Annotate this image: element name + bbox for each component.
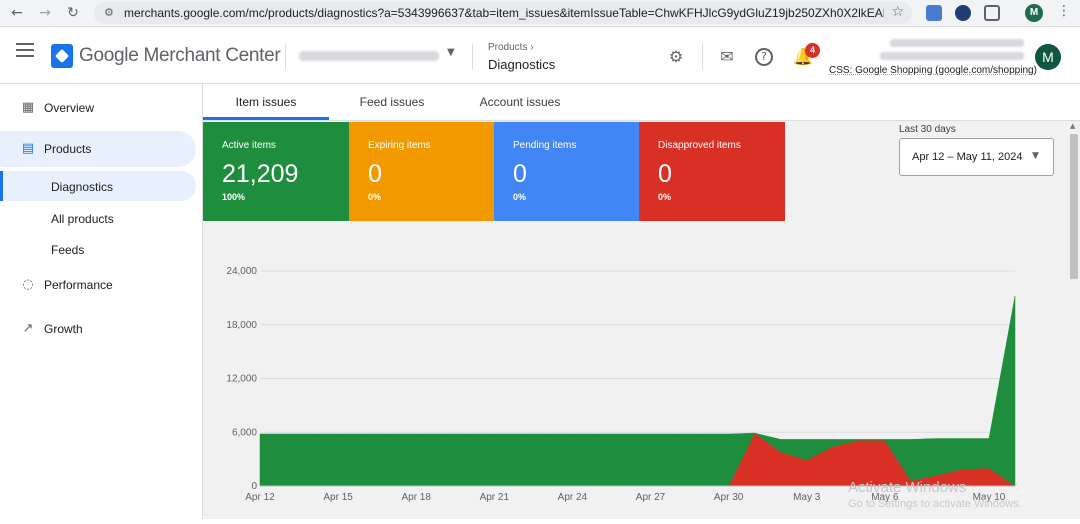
help-icon[interactable]: ?	[755, 48, 773, 66]
card-active-items[interactable]: Active items 21,209 100%	[203, 122, 349, 221]
account-id	[890, 39, 1024, 47]
sidebar: ▦ Overview ▤ Products Diagnostics All pr…	[0, 84, 203, 519]
card-disapproved-items[interactable]: Disapproved items 0 0%	[639, 122, 785, 221]
url-text[interactable]: merchants.google.com/mc/products/diagnos…	[124, 6, 884, 20]
tab-account-issues[interactable]: Account issues	[455, 84, 585, 120]
tab-feed-issues[interactable]: Feed issues	[329, 84, 455, 120]
x-tick-label: Apr 21	[480, 492, 510, 503]
sidebar-item-feeds[interactable]: Feeds	[0, 234, 196, 264]
account-email	[880, 52, 1024, 60]
x-tick-label: Apr 15	[323, 492, 353, 503]
site-info-icon[interactable]: ⚙	[104, 6, 114, 19]
sidebar-item-overview[interactable]: ▦ Overview	[0, 90, 196, 126]
address-bar[interactable]: ⚙ merchants.google.com/mc/products/diagn…	[94, 2, 912, 24]
sidebar-item-growth[interactable]: ↗ Growth	[0, 311, 196, 347]
y-tick-label: 6,000	[232, 427, 257, 438]
sidebar-item-products[interactable]: ▤ Products	[0, 131, 196, 167]
date-range-dropdown[interactable]: Apr 12 – May 11, 2024 ▼	[899, 138, 1054, 176]
y-tick-label: 24,000	[226, 266, 257, 277]
notification-badge: 4	[805, 43, 820, 58]
list-icon: ▤	[21, 141, 35, 156]
x-tick-label: Apr 30	[714, 492, 744, 503]
x-tick-label: May 3	[793, 492, 821, 503]
reload-icon[interactable]: ↻	[64, 4, 82, 22]
translate-extension-icon[interactable]	[926, 5, 942, 21]
divider	[285, 44, 286, 70]
dashboard-icon: ▦	[21, 100, 35, 115]
divider	[702, 44, 703, 70]
scrollbar[interactable]: ▲	[1069, 122, 1080, 519]
tab-bar: Item issues Feed issues Account issues	[203, 84, 1080, 121]
mail-icon[interactable]: ✉	[717, 47, 737, 67]
sidebar-item-all-products[interactable]: All products	[0, 203, 196, 233]
menu-icon[interactable]	[16, 43, 34, 57]
breadcrumb-parent[interactable]: Products ›	[488, 42, 534, 53]
card-pending-items[interactable]: Pending items 0 0%	[494, 122, 639, 221]
sidebar-item-performance[interactable]: ◌ Performance	[0, 267, 196, 303]
browser-profile-avatar[interactable]: M	[1025, 4, 1043, 22]
windows-watermark-title: Activate Windows	[848, 479, 967, 496]
extensions-puzzle-icon[interactable]	[984, 5, 1000, 21]
y-tick-label: 12,000	[226, 374, 257, 385]
browser-toolbar: ← → ↻ ⚙ merchants.google.com/mc/products…	[0, 0, 1080, 27]
card-value: 0	[658, 160, 672, 188]
tab-item-issues[interactable]: Item issues	[203, 84, 329, 120]
trending-icon: ↗	[22, 321, 34, 336]
x-tick-label: Apr 27	[636, 492, 666, 503]
active-tab-indicator	[203, 117, 329, 120]
forward-icon[interactable]: →	[36, 4, 54, 22]
browser-menu-icon[interactable]: ⋮	[1057, 3, 1071, 19]
x-tick-label: Apr 18	[401, 492, 431, 503]
extension-icon[interactable]	[955, 5, 971, 21]
app-header: Google Merchant Center ▼ Products › Diag…	[0, 27, 1080, 84]
page-title: Diagnostics	[488, 57, 556, 72]
items-chart: 0 6,000 12,000 18,000 24,000 Apr 12 Apr 15 Apr …	[203, 221, 1069, 519]
card-value: 21,209	[222, 160, 299, 188]
app-title: Google Merchant Center	[79, 45, 281, 66]
x-tick-label: Apr 24	[558, 492, 588, 503]
date-range-label: Last 30 days	[899, 124, 956, 135]
y-tick-label: 0	[251, 481, 257, 492]
card-value: 0	[513, 160, 527, 188]
settings-gear-icon[interactable]: ⚙	[666, 47, 686, 67]
donut-icon: ◌	[22, 277, 34, 292]
css-link[interactable]: CSS: Google Shopping (google.com/shoppin…	[829, 65, 1037, 76]
dropdown-arrow-icon: ▼	[1032, 151, 1039, 161]
main-content: Item issues Feed issues Account issues A…	[203, 84, 1080, 519]
account-switcher[interactable]	[299, 51, 439, 61]
scroll-thumb[interactable]	[1070, 134, 1078, 279]
card-expiring-items[interactable]: Expiring items 0 0%	[349, 122, 494, 221]
back-icon[interactable]: ←	[8, 4, 26, 22]
user-avatar[interactable]: M	[1035, 44, 1061, 70]
bookmark-star-icon[interactable]: ☆	[891, 4, 904, 20]
chart-svg: 0 6,000 12,000 18,000 24,000 Apr 12 Apr 15 Apr …	[226, 266, 1016, 503]
card-value: 0	[368, 160, 382, 188]
scroll-up-icon[interactable]: ▲	[1070, 122, 1075, 130]
windows-watermark-text: Go to Settings to activate Windows.	[848, 498, 1022, 510]
selection-indicator	[0, 171, 3, 201]
y-tick-label: 18,000	[226, 320, 257, 331]
chevron-down-icon[interactable]: ▼	[447, 47, 455, 58]
merchant-center-logo	[51, 44, 73, 68]
divider	[472, 44, 473, 70]
sidebar-item-diagnostics[interactable]: Diagnostics	[0, 171, 196, 201]
x-tick-label: Apr 12	[245, 492, 275, 503]
